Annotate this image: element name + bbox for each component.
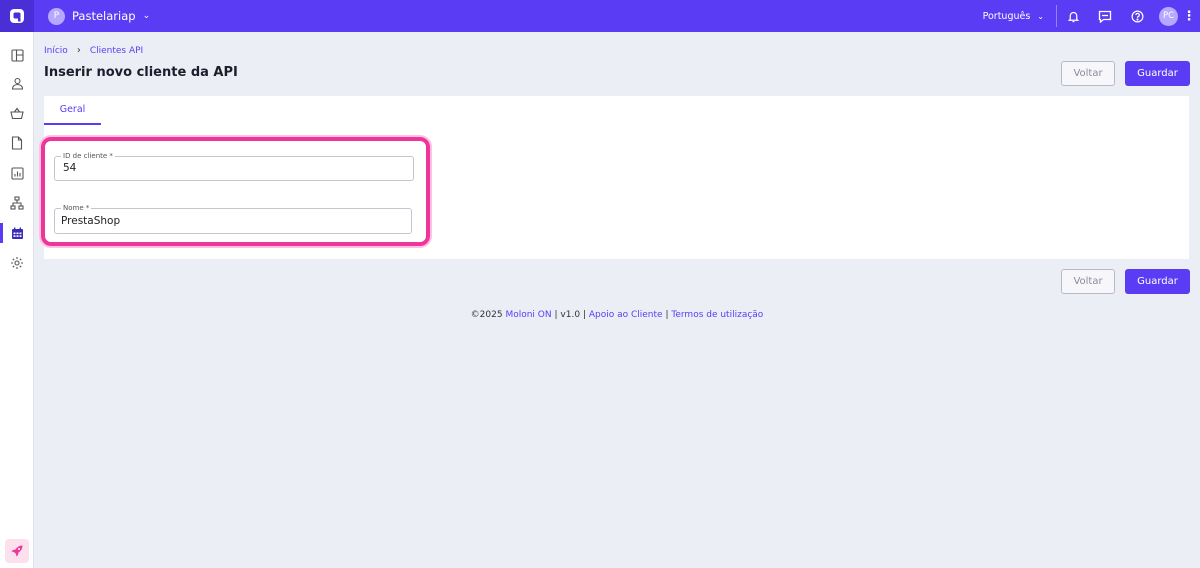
chevron-down-icon: ⌄ [142, 11, 151, 21]
chevron-down-icon: ⌄ [1037, 11, 1044, 21]
calendar-icon [11, 227, 23, 239]
breadcrumb: Início › Clientes API [44, 45, 143, 56]
company-name: Pastelariap [72, 9, 136, 23]
chevron-right-icon: › [76, 45, 81, 56]
messages-button[interactable] [1089, 0, 1121, 32]
name-field[interactable]: Nome * PrestaShop [54, 203, 412, 234]
app-logo[interactable] [0, 0, 34, 32]
user-avatar[interactable]: PC [1159, 6, 1178, 26]
sidebar-item-sales[interactable] [0, 100, 34, 126]
sidebar [0, 32, 34, 568]
client-id-value: 54 [63, 162, 77, 174]
company-selector[interactable]: P Pastelariap ⌄ [48, 7, 151, 25]
language-selector[interactable]: Português ⌄ [971, 11, 1056, 22]
save-button-bottom[interactable]: Guardar [1125, 269, 1190, 294]
save-button[interactable]: Guardar [1125, 61, 1190, 86]
company-avatar: P [48, 7, 65, 25]
notifications-button[interactable] [1057, 0, 1089, 32]
footer: ©2025 Moloni ON | v1.0 | Apoio ao Client… [0, 310, 1200, 320]
document-icon [11, 136, 23, 150]
help-button[interactable] [1121, 0, 1153, 32]
client-id-field[interactable]: ID de cliente * 54 [54, 151, 414, 181]
footer-product-link[interactable]: Moloni ON [505, 310, 551, 320]
sidebar-item-reports[interactable] [0, 160, 34, 186]
top-bar: P Pastelariap ⌄ Português ⌄ PC ⋮ [0, 0, 1200, 32]
footer-support-link[interactable]: Apoio ao Cliente [589, 310, 663, 320]
breadcrumb-home[interactable]: Início [44, 46, 68, 56]
footer-divider: | [554, 310, 558, 320]
footer-divider: | [582, 310, 586, 320]
moloni-logo-icon [10, 9, 24, 23]
sidebar-item-documents[interactable] [0, 130, 34, 156]
sidebar-item-dashboard[interactable] [0, 42, 34, 68]
help-icon [1131, 10, 1143, 22]
more-options-icon[interactable]: ⋮ [1178, 9, 1200, 24]
chat-icon [1098, 10, 1112, 23]
network-icon [10, 196, 24, 210]
gear-icon [11, 257, 23, 269]
footer-copyright: ©2025 [470, 310, 503, 320]
tab-general[interactable]: Geral [44, 96, 101, 125]
breadcrumb-current[interactable]: Clientes API [90, 46, 143, 56]
rocket-icon [11, 545, 23, 557]
user-icon [11, 77, 23, 90]
name-label: Nome * [61, 203, 92, 213]
footer-version: v1.0 [560, 310, 581, 320]
client-id-label: ID de cliente * [61, 151, 115, 161]
language-label: Português [982, 10, 1031, 22]
sidebar-item-settings[interactable] [0, 250, 34, 276]
footer-divider: | [665, 310, 669, 320]
back-button[interactable]: Voltar [1061, 61, 1115, 86]
sidebar-item-calendar[interactable] [0, 220, 34, 246]
chart-icon [10, 166, 24, 180]
back-button-bottom[interactable]: Voltar [1061, 269, 1115, 294]
basket-icon [10, 107, 24, 119]
whats-new-button[interactable] [5, 539, 29, 563]
dashboard-icon [10, 48, 24, 62]
sidebar-item-customers[interactable] [0, 70, 34, 96]
bell-icon [1067, 11, 1079, 22]
page-title: Inserir novo cliente da API [44, 65, 238, 80]
name-value: PrestaShop [61, 215, 121, 227]
footer-terms-link[interactable]: Termos de utilização [671, 310, 763, 320]
sidebar-item-integrations[interactable] [0, 190, 34, 216]
